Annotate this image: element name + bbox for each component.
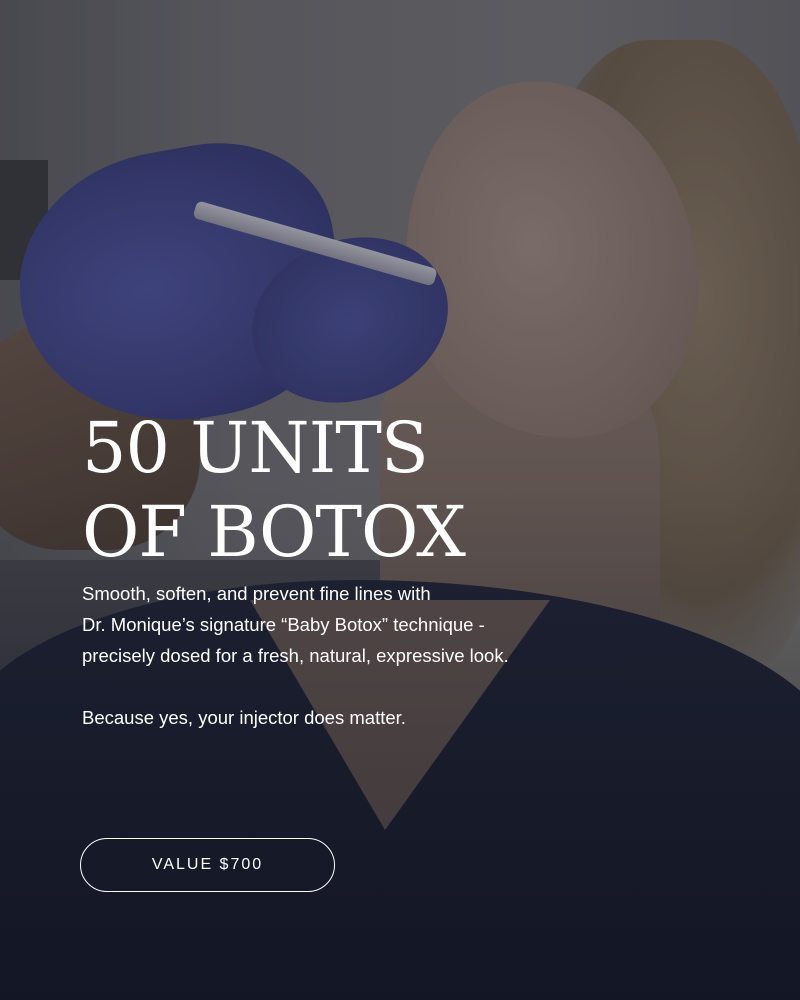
headline-line-1: 50 UNITS — [82, 407, 429, 489]
headline: 50 UNITS OF BOTOX — [82, 406, 466, 574]
description-line-3: precisely dosed for a fresh, natural, ex… — [82, 645, 509, 666]
description: Smooth, soften, and prevent fine lines w… — [82, 578, 602, 733]
description-line-1: Smooth, soften, and prevent fine lines w… — [82, 583, 431, 604]
promo-card: 50 UNITS OF BOTOX Smooth, soften, and pr… — [0, 0, 800, 1000]
description-line-2: Dr. Monique’s signature “Baby Botox” tec… — [82, 614, 485, 635]
value-button[interactable]: VALUE $700 — [80, 838, 335, 892]
headline-line-2: OF BOTOX — [82, 491, 466, 573]
tagline: Because yes, your injector does matter. — [82, 707, 406, 728]
value-label: VALUE $700 — [151, 856, 264, 873]
